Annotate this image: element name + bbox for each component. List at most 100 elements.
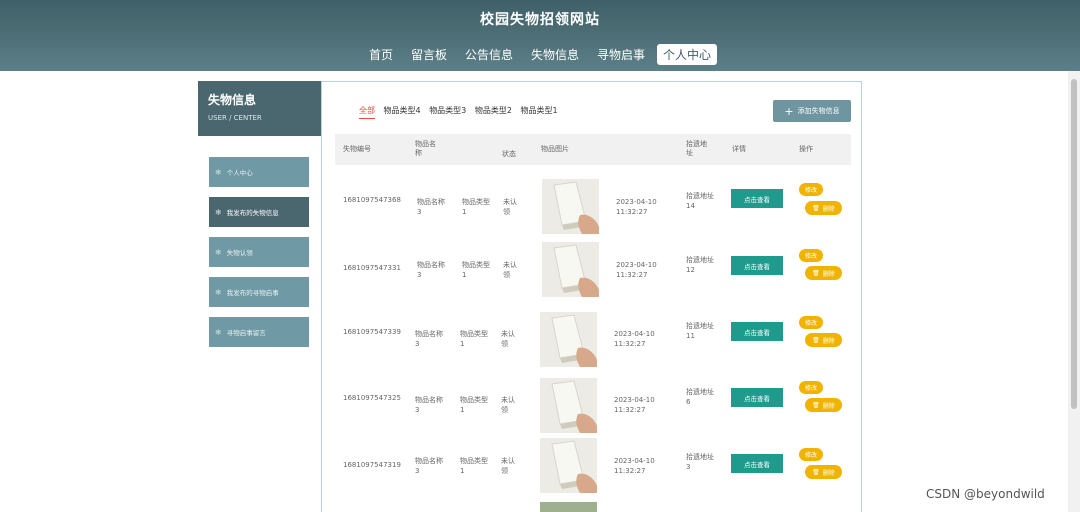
- table-row: 1681097547319 物品名称3 物品类型1 未认领 2023-04-10…: [335, 436, 851, 496]
- snowflake-icon: ❄: [215, 167, 222, 177]
- item-address: 拾遗地址3: [686, 453, 714, 471]
- item-status: 未认领: [503, 198, 517, 216]
- plus-icon: +: [784, 104, 794, 118]
- nav-home[interactable]: 首页: [363, 44, 399, 65]
- sidebar-item-label: 寻物启事留言: [226, 329, 266, 337]
- item-date: 2023-04-10: [614, 457, 655, 465]
- add-lost-item-button[interactable]: + 添加失物信息: [773, 100, 851, 122]
- add-button-label: 添加失物信息: [797, 107, 840, 115]
- tab-type-1[interactable]: 物品类型1: [520, 105, 557, 118]
- edit-button[interactable]: 修改: [799, 448, 823, 461]
- sidebar-item-personal-center[interactable]: ❄ 个人中心: [209, 157, 309, 187]
- view-detail-button[interactable]: 点击查看: [731, 322, 783, 341]
- trash-icon: 🗑: [812, 336, 820, 344]
- nav-lost-notices[interactable]: 寻物启事: [591, 44, 651, 65]
- item-photo: [540, 312, 597, 367]
- book-in-hand-image: [542, 179, 599, 234]
- item-name: 物品名称3: [417, 198, 445, 216]
- sidebar-item-label: 我发布的寻物启事: [226, 289, 279, 297]
- book-in-hand-image: [542, 242, 599, 297]
- item-photo-partial: [540, 502, 597, 512]
- edit-button[interactable]: 修改: [799, 183, 823, 196]
- item-type: 物品类型1: [462, 261, 490, 279]
- tab-type-4[interactable]: 物品类型4: [384, 105, 421, 118]
- item-name: 物品名称3: [417, 261, 445, 279]
- item-status: 未认领: [501, 330, 515, 348]
- col-address: 拾遗地址: [686, 140, 707, 157]
- view-detail-button[interactable]: 点击查看: [731, 454, 783, 473]
- item-time: 11:32:27: [616, 271, 648, 279]
- edit-button[interactable]: 修改: [799, 249, 823, 262]
- snowflake-icon: ❄: [215, 247, 222, 257]
- table-row: 1681097547339 物品名称3 物品类型1 未认领 2023-04-10…: [335, 307, 851, 367]
- sidebar-item-label: 个人中心: [226, 169, 253, 177]
- item-time: 11:32:27: [614, 467, 646, 475]
- col-actions: 操作: [799, 145, 813, 153]
- item-photo: [542, 242, 599, 297]
- item-date: 2023-04-10: [614, 396, 655, 404]
- view-detail-button[interactable]: 点击查看: [731, 189, 783, 208]
- delete-label: 删除: [822, 205, 835, 213]
- page-scrollbar[interactable]: [1068, 71, 1080, 512]
- delete-button[interactable]: 🗑 删除: [805, 465, 842, 479]
- edit-button[interactable]: 修改: [799, 381, 823, 394]
- item-name: 物品名称3: [415, 457, 443, 475]
- snowflake-icon: ❄: [215, 327, 222, 337]
- item-time: 11:32:27: [616, 208, 648, 216]
- delete-button[interactable]: 🗑 删除: [805, 201, 842, 215]
- item-name: 物品名称3: [415, 396, 443, 414]
- site-header: 校园失物招领网站 首页 留言板 公告信息 失物信息 寻物启事 个人中心: [0, 0, 1080, 71]
- item-photo: [540, 378, 597, 433]
- tab-all[interactable]: 全部: [359, 105, 375, 119]
- sidebar-title: 失物信息: [208, 93, 257, 107]
- trash-icon: 🗑: [812, 204, 820, 212]
- item-status: 未认领: [501, 457, 515, 475]
- delete-button[interactable]: 🗑 删除: [805, 398, 842, 412]
- sidebar-subtitle: USER / CENTER: [208, 114, 262, 122]
- scrollbar-thumb[interactable]: [1071, 79, 1077, 409]
- delete-label: 删除: [822, 337, 835, 345]
- delete-label: 删除: [822, 402, 835, 410]
- sidebar-item-label: 我发布的失物信息: [226, 209, 279, 217]
- item-type: 物品类型1: [460, 330, 488, 348]
- col-detail: 详情: [732, 145, 746, 153]
- item-address: 拾遗地址6: [686, 388, 714, 406]
- nav-lost-items[interactable]: 失物信息: [525, 44, 585, 65]
- item-address: 拾遗地址12: [686, 256, 714, 274]
- item-date: 2023-04-10: [614, 330, 655, 338]
- item-type: 物品类型1: [460, 396, 488, 414]
- book-in-hand-image: [540, 378, 597, 433]
- edit-button[interactable]: 修改: [799, 316, 823, 329]
- item-address: 拾遗地址11: [686, 322, 714, 340]
- sidebar-item-notice-messages[interactable]: ❄ 寻物启事留言: [209, 317, 309, 347]
- view-detail-button[interactable]: 点击查看: [731, 256, 783, 275]
- sidebar-item-my-lost-items[interactable]: ❄ 我发布的失物信息: [209, 197, 309, 227]
- sidebar-item-label: 失物认领: [226, 249, 253, 257]
- watermark: CSDN @beyondwild: [926, 487, 1045, 501]
- trash-icon: 🗑: [812, 468, 820, 476]
- item-id: 1681097547325: [343, 394, 401, 402]
- nav-announcements[interactable]: 公告信息: [459, 44, 519, 65]
- tab-type-2[interactable]: 物品类型2: [475, 105, 512, 118]
- trash-icon: 🗑: [812, 269, 820, 277]
- sidebar-item-claims[interactable]: ❄ 失物认领: [209, 237, 309, 267]
- item-type: 物品类型1: [460, 457, 488, 475]
- item-status: 未认领: [503, 261, 517, 279]
- tab-type-3[interactable]: 物品类型3: [429, 105, 466, 118]
- view-detail-button[interactable]: 点击查看: [731, 388, 783, 407]
- nav-personal-center[interactable]: 个人中心: [657, 44, 718, 65]
- sidebar-header: 失物信息 USER / CENTER: [198, 81, 321, 136]
- col-id: 失物编号: [343, 145, 371, 153]
- nav-message-board[interactable]: 留言板: [405, 44, 453, 65]
- book-in-hand-image: [540, 438, 597, 493]
- item-address: 拾遗地址14: [686, 192, 714, 210]
- sidebar-item-my-lost-notices[interactable]: ❄ 我发布的寻物启事: [209, 277, 309, 307]
- book-in-hand-image: [540, 312, 597, 367]
- delete-button[interactable]: 🗑 删除: [805, 266, 842, 280]
- site-title: 校园失物招领网站: [480, 12, 600, 28]
- snowflake-icon: ❄: [215, 287, 222, 297]
- delete-button[interactable]: 🗑 删除: [805, 333, 842, 347]
- col-image: 物品图片: [541, 145, 569, 153]
- delete-label: 删除: [822, 469, 835, 477]
- col-name: 物品名称: [415, 140, 436, 157]
